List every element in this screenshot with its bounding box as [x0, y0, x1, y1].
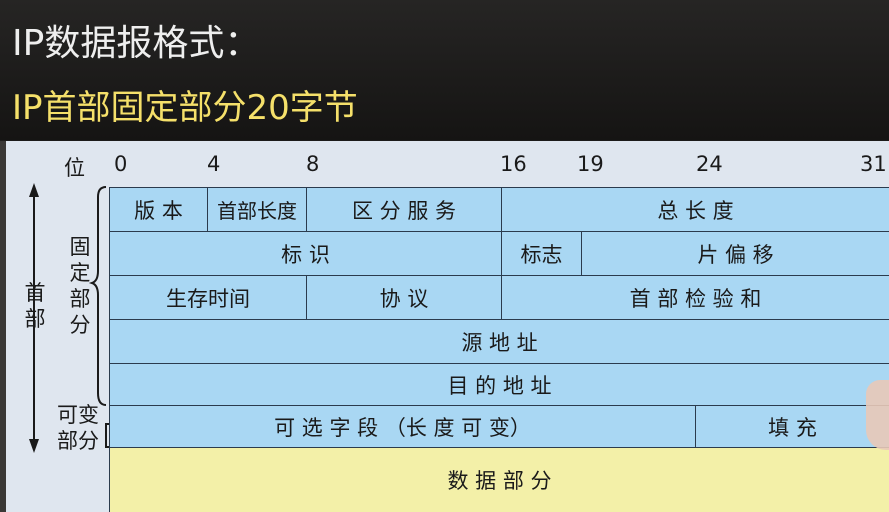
cell-data-part: 数 据 部 分 — [109, 448, 889, 512]
row-ttl: 生存时间 协 议 首 部 检 验 和 — [109, 276, 889, 320]
row-data: 数 据 部 分 — [109, 448, 889, 512]
cell-ttl: 生存时间 — [109, 276, 307, 320]
page-subtitle: IP首部固定部分20字节 — [12, 88, 358, 128]
cell-diff-service: 区 分 服 务 — [307, 187, 502, 232]
tick-24: 24 — [696, 152, 723, 176]
cell-header-length: 首部长度 — [208, 187, 307, 232]
cell-identification: 标 识 — [109, 232, 502, 276]
cell-protocol: 协 议 — [307, 276, 502, 320]
row-version: 版 本 首部长度 区 分 服 务 总 长 度 — [109, 187, 889, 232]
row-source-address: 源 地 址 — [109, 320, 889, 364]
tick-16: 16 — [500, 152, 527, 176]
presenter-hand — [866, 380, 889, 450]
tick-4: 4 — [207, 152, 221, 176]
cell-version: 版 本 — [109, 187, 208, 232]
side-brackets — [29, 183, 112, 453]
arrow-down-head — [29, 439, 39, 453]
cell-header-checksum: 首 部 检 验 和 — [502, 276, 889, 320]
row-destination-address: 目 的 地 址 — [109, 364, 889, 406]
tick-19: 19 — [577, 152, 604, 176]
row-options: 可 选 字 段 （长 度 可 变） 填 充 — [109, 406, 889, 448]
cell-flags: 标志 — [502, 232, 582, 276]
cell-destination-address: 目 的 地 址 — [109, 364, 889, 406]
cell-options: 可 选 字 段 （长 度 可 变） — [109, 406, 696, 448]
cell-total-length: 总 长 度 — [502, 187, 889, 232]
cell-source-address: 源 地 址 — [109, 320, 889, 364]
page-title: IP数据报格式： — [12, 23, 261, 64]
tick-31: 31 — [860, 152, 887, 176]
row-identification: 标 识 标志 片 偏 移 — [109, 232, 889, 276]
arrow-up-head — [29, 183, 39, 197]
cell-fragment-offset: 片 偏 移 — [582, 232, 889, 276]
tick-8: 8 — [306, 152, 320, 176]
fixed-part-brace — [88, 186, 107, 406]
cell-padding: 填 充 — [696, 406, 889, 448]
